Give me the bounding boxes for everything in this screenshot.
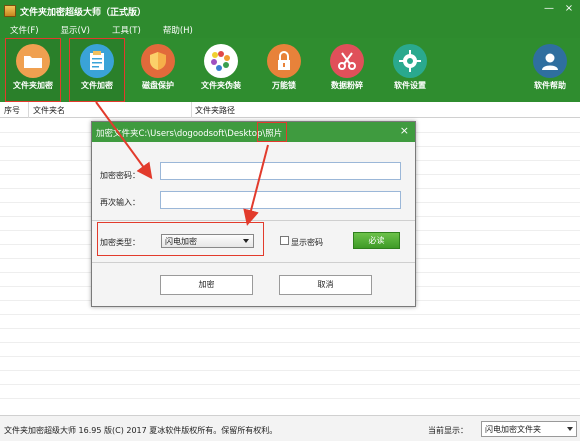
current-view-select[interactable]: 闪电加密文件夹	[481, 421, 577, 437]
status-bar: 文件夹加密超级大师 16.95 版(C) 2017 夏冰软件版权所有。保留所有权…	[0, 415, 580, 441]
row-divider	[0, 370, 580, 371]
show-password-checkbox[interactable]	[280, 236, 289, 245]
confirm-password-input[interactable]	[160, 191, 401, 209]
toolbar-label: 磁盘保护	[142, 81, 174, 90]
cancel-button[interactable]: 取消	[279, 275, 372, 295]
shield-icon	[141, 44, 175, 78]
minimize-button[interactable]: —	[542, 2, 556, 16]
settings-button[interactable]: 软件设置	[382, 38, 438, 102]
file-encrypt-button[interactable]: 文件加密	[69, 38, 125, 102]
encrypt-type-highlight-box	[97, 222, 264, 256]
copyright-text: 文件夹加密超级大师 16.95 版(C) 2017 夏冰软件版权所有。保留所有权…	[4, 426, 278, 435]
confirm-password-label: 再次输入：	[100, 198, 140, 207]
column-folder-path[interactable]: 文件夹路径	[195, 105, 235, 116]
dialog-title: 加密文件夹C:\Users\dogoodsoft\Desktop\照片	[92, 122, 415, 142]
row-divider	[0, 342, 580, 343]
menu-bar: 文件(F) 显示(V) 工具(T) 帮助(H)	[0, 22, 580, 38]
divider	[92, 262, 415, 263]
menu-file[interactable]: 文件(F)	[10, 24, 39, 36]
encrypt-button[interactable]: 加密	[160, 275, 253, 295]
menu-tools[interactable]: 工具(T)	[112, 24, 141, 36]
palette-icon	[204, 44, 238, 78]
close-button[interactable]: ×	[562, 2, 576, 16]
gear-icon	[393, 44, 427, 78]
column-divider	[28, 102, 29, 118]
path-highlight-box	[257, 122, 287, 142]
folder-encrypt-button[interactable]: 文件夹加密	[5, 38, 61, 102]
toolbar-label: 软件设置	[394, 81, 426, 90]
column-divider	[191, 102, 192, 118]
current-view-label: 当前显示：	[428, 426, 468, 435]
menu-help[interactable]: 帮助(H)	[163, 24, 193, 36]
window-title: 文件夹加密超级大师（正式版）	[20, 7, 147, 18]
padlock-icon	[267, 44, 301, 78]
document-icon	[80, 44, 114, 78]
toolbar: 文件夹加密 文件加密 磁盘保护 文件夹伪装 万能锁 数据粉碎 软件设置 软件帮助	[0, 38, 580, 102]
show-password-label[interactable]: 显示密码	[291, 237, 323, 248]
chevron-down-icon	[567, 427, 573, 431]
row-divider	[0, 328, 580, 329]
encrypt-folder-dialog: 加密文件夹C:\Users\dogoodsoft\Desktop\照片 × 加密…	[91, 121, 416, 307]
must-read-button[interactable]: 必读	[353, 232, 400, 249]
row-divider	[0, 384, 580, 385]
toolbar-label: 万能锁	[272, 81, 296, 90]
row-divider	[0, 356, 580, 357]
row-divider	[0, 314, 580, 315]
user-icon	[533, 44, 567, 78]
help-button[interactable]: 软件帮助	[522, 38, 578, 102]
data-shred-button[interactable]: 数据粉碎	[319, 38, 375, 102]
toolbar-label: 文件加密	[81, 81, 113, 90]
table-header: 序号 文件夹名 文件夹路径	[0, 102, 580, 118]
divider	[92, 220, 415, 221]
row-divider	[0, 398, 580, 399]
toolbar-label: 文件夹伪装	[201, 81, 241, 90]
toolbar-label: 文件夹加密	[13, 81, 53, 90]
toolbar-label: 软件帮助	[534, 81, 566, 90]
app-logo-icon	[4, 5, 16, 17]
title-bar: 文件夹加密超级大师（正式版） — ×	[0, 0, 580, 22]
scissors-icon	[330, 44, 364, 78]
disk-protect-button[interactable]: 磁盘保护	[130, 38, 186, 102]
column-folder-name[interactable]: 文件夹名	[33, 105, 65, 116]
column-index[interactable]: 序号	[4, 105, 20, 116]
folder-disguise-button[interactable]: 文件夹伪装	[193, 38, 249, 102]
menu-view[interactable]: 显示(V)	[61, 24, 90, 36]
dialog-close-button[interactable]: ×	[400, 124, 409, 137]
current-view-value: 闪电加密文件夹	[485, 425, 541, 434]
password-label: 加密密码：	[100, 171, 140, 180]
toolbar-label: 数据粉碎	[331, 81, 363, 90]
universal-lock-button[interactable]: 万能锁	[256, 38, 312, 102]
folder-icon	[16, 44, 50, 78]
password-input[interactable]	[160, 162, 401, 180]
